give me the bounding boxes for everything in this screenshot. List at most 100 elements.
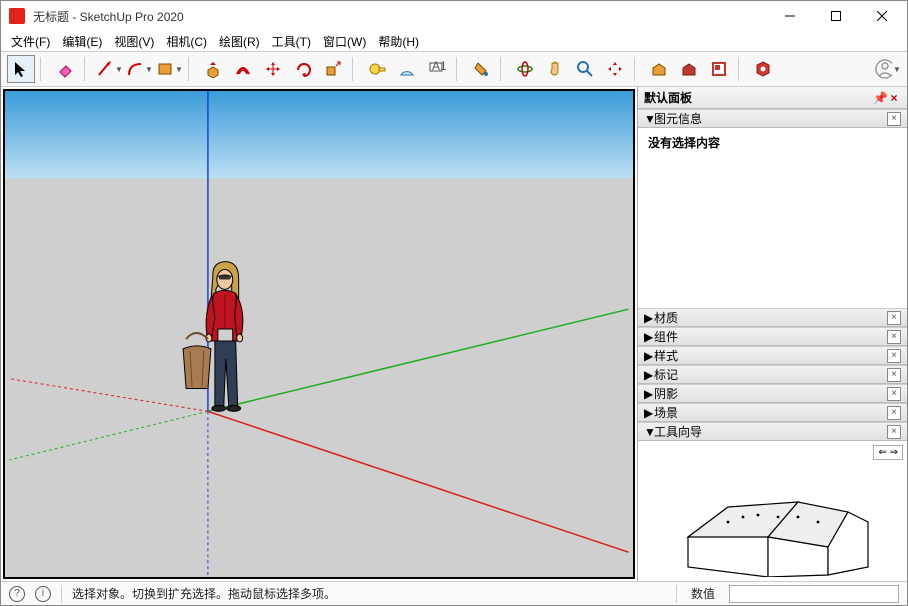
entity-info-text: 没有选择内容 [648,136,720,150]
panel-styles-header[interactable]: ▶ 样式 × [638,346,907,365]
panel-close-icon[interactable]: × [887,330,901,344]
panel-close-icon[interactable]: × [887,349,901,363]
tool-protractor[interactable] [393,55,421,83]
panel-scenes-header[interactable]: ▶ 场景 × [638,403,907,422]
panel-shadows-label: 阴影 [654,385,887,402]
separator [456,57,462,81]
info-icon[interactable]: i [35,586,51,602]
menu-view[interactable]: 视图(V) [108,31,160,52]
tool-rotate[interactable] [289,55,317,83]
vcb-label: 数值 [687,585,719,602]
menu-tools[interactable]: 工具(T) [266,31,317,52]
panel-components-header[interactable]: ▶ 组件 × [638,327,907,346]
collapse-icon: ▼ [644,425,654,439]
collapse-icon: ▼ [644,112,654,126]
expand-icon: ▶ [644,406,654,420]
expand-icon: ▶ [644,311,654,325]
help-icon[interactable]: ? [9,586,25,602]
panel-close-icon[interactable]: × [887,112,901,126]
expand-icon: ▶ [644,349,654,363]
model-viewport[interactable] [3,89,635,579]
panel-close-icon[interactable]: × [887,387,901,401]
panel-entity-info-label: 图元信息 [654,110,887,127]
tool-line[interactable]: ▼ [95,55,123,83]
vcb-input[interactable] [729,585,899,603]
maximize-button[interactable] [813,1,859,31]
tray-close-icon[interactable]: × [887,91,901,105]
panel-instructor-label: 工具向导 [654,423,887,440]
tool-text[interactable]: A1 [423,55,451,83]
menu-help[interactable]: 帮助(H) [372,31,425,52]
minimize-button[interactable] [767,1,813,31]
panel-styles-label: 样式 [654,347,887,364]
separator [61,585,62,603]
tool-3d-warehouse[interactable] [645,55,673,83]
panel-close-icon[interactable]: × [887,311,901,325]
panel-materials-header[interactable]: ▶ 材质 × [638,308,907,327]
panel-entity-info-header[interactable]: ▼ 图元信息 × [638,109,907,128]
tool-extension-warehouse[interactable] [675,55,703,83]
panel-materials-label: 材质 [654,309,887,326]
toolbar: ▼ ▼ ▼ A1 ▼ [1,51,907,87]
menu-window[interactable]: 窗口(W) [317,31,372,52]
tool-send-to-layout[interactable] [705,55,733,83]
panel-close-icon[interactable]: × [887,406,901,420]
tool-offset[interactable] [229,55,257,83]
panel-close-icon[interactable]: × [887,368,901,382]
separator [634,57,640,81]
tool-pan[interactable] [541,55,569,83]
status-hint: 选择对象。切换到扩充选择。拖动鼠标选择多项。 [72,585,666,602]
expand-icon: ▶ [644,330,654,344]
instructor-body: ⇐ ⇒ [638,441,907,581]
tool-orbit[interactable] [511,55,539,83]
status-bar: ? i 选择对象。切换到扩充选择。拖动鼠标选择多项。 数值 [1,581,907,605]
menu-camera[interactable]: 相机(C) [160,31,213,52]
menu-draw[interactable]: 绘图(R) [213,31,266,52]
tool-tape[interactable] [363,55,391,83]
tray-spacer [638,157,907,308]
panel-instructor-header[interactable]: ▼ 工具向导 × [638,422,907,441]
tool-pushpull[interactable] [199,55,227,83]
separator [188,57,194,81]
expand-icon: ▶ [644,387,654,401]
tray-title-bar[interactable]: 默认面板 📌 × [638,87,907,109]
svg-text:A1: A1 [432,60,446,73]
app-icon [9,8,25,24]
separator [84,57,90,81]
close-button[interactable] [859,1,905,31]
default-tray: 默认面板 📌 × ▼ 图元信息 × 没有选择内容 ▶ 材质 × ▶ 组件 × ▶… [637,87,907,581]
menu-edit[interactable]: 编辑(E) [56,31,108,52]
separator [500,57,506,81]
expand-icon: ▶ [644,368,654,382]
panel-tags-header[interactable]: ▶ 标记 × [638,365,907,384]
panel-close-icon[interactable]: × [887,425,901,439]
instructor-nav[interactable]: ⇐ ⇒ [873,445,903,460]
separator [40,57,46,81]
tool-arc[interactable]: ▼ [125,55,153,83]
separator [738,57,744,81]
menu-file[interactable]: 文件(F) [5,31,56,52]
tool-zoom-extents[interactable] [601,55,629,83]
signin-button[interactable]: ▼ [873,55,901,83]
instructor-illustration [658,467,888,577]
menu-bar: 文件(F) 编辑(E) 视图(V) 相机(C) 绘图(R) 工具(T) 窗口(W… [1,31,907,51]
tool-eraser[interactable] [51,55,79,83]
tool-extension-manager[interactable] [749,55,777,83]
panel-scenes-label: 场景 [654,404,887,421]
title-bar: 无标题 - SketchUp Pro 2020 [1,1,907,31]
scene-axes [5,91,633,577]
tool-zoom[interactable] [571,55,599,83]
tool-scale[interactable] [319,55,347,83]
tool-select[interactable] [7,55,35,83]
tool-shape[interactable]: ▼ [155,55,183,83]
separator [352,57,358,81]
window-title: 无标题 - SketchUp Pro 2020 [33,8,767,25]
tool-paint[interactable] [467,55,495,83]
pin-icon[interactable]: 📌 [873,91,887,105]
main-area: 默认面板 📌 × ▼ 图元信息 × 没有选择内容 ▶ 材质 × ▶ 组件 × ▶… [1,87,907,581]
panel-shadows-header[interactable]: ▶ 阴影 × [638,384,907,403]
scale-figure [183,262,243,412]
separator [676,585,677,603]
tool-move[interactable] [259,55,287,83]
tray-title: 默认面板 [644,89,692,106]
